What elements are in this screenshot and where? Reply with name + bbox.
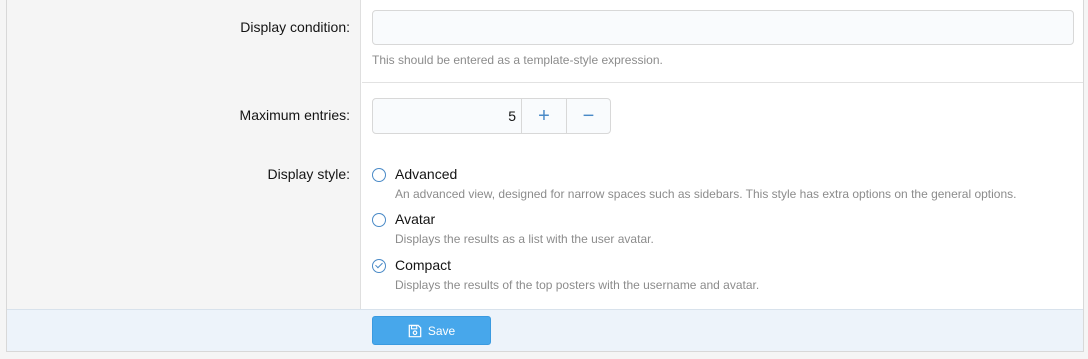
display-condition-hint: This should be entered as a template-sty…: [372, 53, 663, 67]
form-footer: Save: [7, 309, 1083, 351]
options-form: Display condition: Maximum entries: Disp…: [6, 0, 1084, 352]
display-condition-label: Display condition:: [240, 19, 350, 35]
save-button[interactable]: Save: [372, 316, 491, 345]
divider: [362, 82, 1083, 83]
display-style-label: Display style:: [267, 166, 350, 182]
maximum-entries-input[interactable]: 5: [373, 99, 522, 133]
display-condition-input[interactable]: [372, 10, 1074, 45]
floppy-disk-icon: [408, 324, 422, 337]
option-label[interactable]: Compact: [395, 257, 451, 273]
option-label[interactable]: Advanced: [395, 166, 457, 182]
input-column: This should be entered as a template-sty…: [362, 0, 1083, 309]
increment-button[interactable]: +: [522, 99, 566, 133]
option-description: Displays the results of the top posters …: [395, 278, 760, 292]
maximum-entries-stepper: 5 + −: [372, 98, 611, 134]
radio-button[interactable]: [372, 168, 386, 182]
radio-button[interactable]: [372, 213, 386, 227]
radio-button-checked[interactable]: [372, 259, 386, 273]
maximum-entries-label: Maximum entries:: [239, 107, 350, 123]
label-column: Display condition: Maximum entries: Disp…: [7, 0, 361, 309]
option-label[interactable]: Avatar: [395, 211, 435, 227]
option-description: An advanced view, designed for narrow sp…: [395, 187, 1017, 201]
decrement-button[interactable]: −: [566, 99, 610, 133]
save-button-label: Save: [427, 323, 456, 338]
option-description: Displays the results as a list with the …: [395, 232, 654, 246]
